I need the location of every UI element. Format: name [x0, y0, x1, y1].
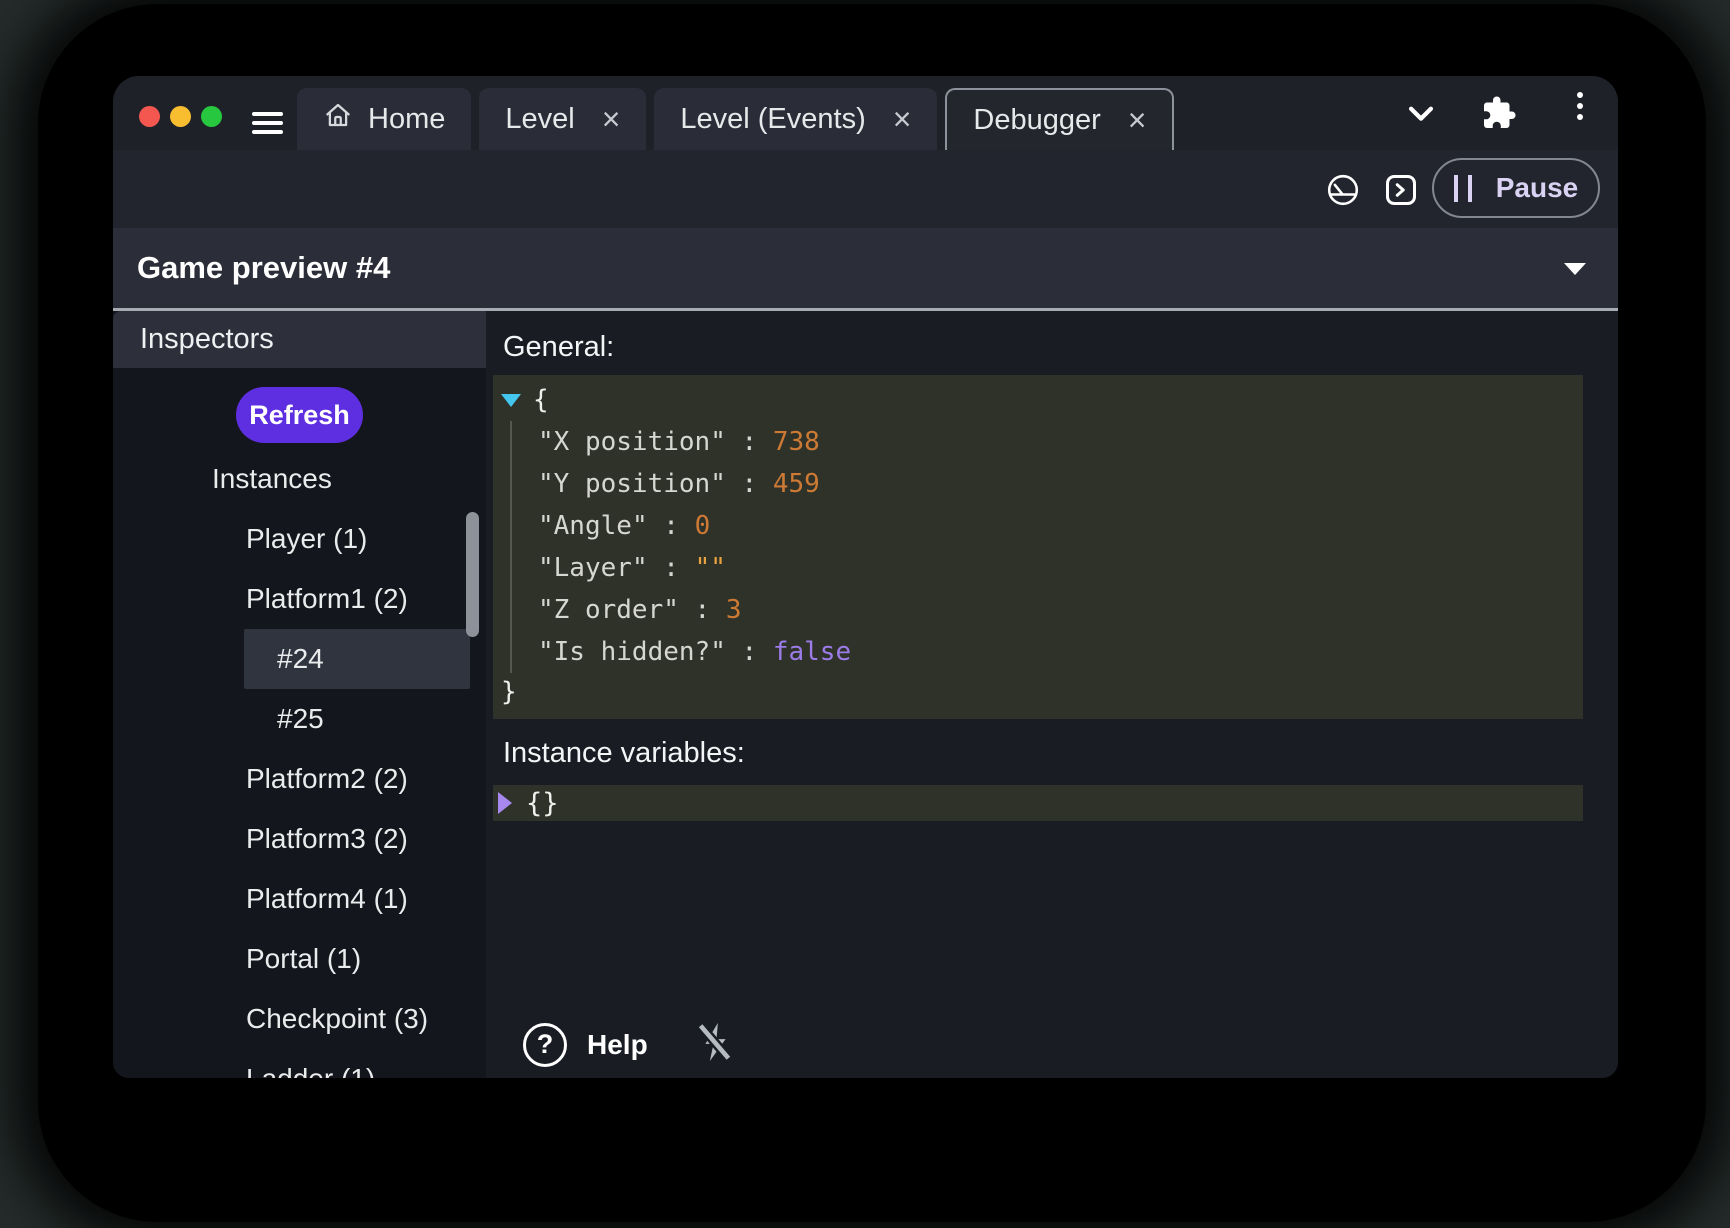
help-label[interactable]: Help [587, 1029, 648, 1061]
tree-item-player[interactable]: Player (1) [113, 509, 486, 569]
console-icon[interactable] [1383, 172, 1419, 213]
zoom-window-button[interactable] [201, 106, 222, 127]
json-value[interactable]: 0 [695, 511, 711, 541]
json-line-layer: Layer"" [538, 547, 1583, 589]
json-properties: X position738 Y position459 Angle0 Layer… [510, 421, 1583, 673]
general-json-viewer: { X position738 Y position459 Angle0 Lay… [493, 375, 1583, 719]
close-icon[interactable]: × [1128, 104, 1147, 136]
profiler-gauge-icon[interactable] [1325, 172, 1361, 213]
help-circle-icon[interactable]: ? [523, 1023, 567, 1067]
tab-label: Level (Events) [680, 103, 865, 136]
open-brace: { [533, 385, 549, 415]
minimize-window-button[interactable] [170, 106, 191, 127]
tab-level-events[interactable]: Level (Events) × [654, 88, 937, 150]
tree-item-instance-25[interactable]: #25 [113, 689, 486, 749]
json-line-is-hidden: Is hidden?false [538, 631, 1583, 673]
tree-item-platform2[interactable]: Platform2 (2) [113, 749, 486, 809]
tree-item-checkpoint[interactable]: Checkpoint (3) [113, 989, 486, 1049]
json-line-y-position: Y position459 [538, 463, 1583, 505]
refresh-button[interactable]: Refresh [236, 387, 363, 443]
inspector-panel: General: { X position738 Y position459 A… [486, 311, 1618, 1078]
home-icon [323, 100, 353, 138]
close-window-button[interactable] [139, 106, 160, 127]
pause-label: Pause [1496, 172, 1579, 204]
tab-label: Debugger [973, 104, 1100, 137]
tree-item-ladder[interactable]: Ladder (1) [113, 1049, 486, 1078]
tree-item-instances[interactable]: Instances [113, 449, 486, 509]
flash-off-icon[interactable] [692, 1019, 738, 1070]
game-preview-title: Game preview #4 [137, 250, 390, 286]
tab-label: Level [505, 103, 574, 136]
tab-home[interactable]: Home [297, 88, 471, 150]
tree-item-platform4[interactable]: Platform4 (1) [113, 869, 486, 929]
instance-variables-viewer: {} [493, 785, 1583, 821]
tree-item-platform1[interactable]: Platform1 (2) [113, 569, 486, 629]
gdevelop-window: Home Level × Level (Events) × Debugger × [113, 76, 1618, 1078]
json-line-z-order: Z order3 [538, 589, 1583, 631]
json-value[interactable]: false [773, 637, 851, 667]
tree-item-platform3[interactable]: Platform3 (2) [113, 809, 486, 869]
game-preview-selector[interactable]: Game preview #4 [113, 228, 1618, 308]
debugger-content: Inspectors Refresh Instances Player (1) … [113, 311, 1618, 1078]
expand-triangle-icon[interactable] [501, 394, 521, 407]
json-line-x-position: X position738 [538, 421, 1583, 463]
json-value[interactable]: 459 [773, 469, 820, 499]
tab-bar: Home Level × Level (Events) × Debugger × [297, 88, 1174, 150]
json-value[interactable]: 738 [773, 427, 820, 457]
json-line-angle: Angle0 [538, 505, 1583, 547]
kebab-menu-icon[interactable] [1568, 76, 1592, 150]
tree-item-instance-24[interactable]: #24 [244, 629, 470, 689]
collapse-triangle-icon[interactable] [498, 792, 512, 814]
instance-variables-label: Instance variables: [503, 735, 1618, 771]
close-icon[interactable]: × [893, 103, 912, 135]
general-label: General: [503, 329, 1618, 365]
tab-debugger[interactable]: Debugger × [945, 88, 1174, 150]
sidebar-scrollbar[interactable] [466, 512, 479, 637]
close-brace: } [501, 677, 517, 707]
pause-icon [1454, 175, 1472, 202]
instance-variables-value: {} [526, 788, 559, 819]
inspectors-sidebar: Inspectors Refresh Instances Player (1) … [113, 311, 486, 1078]
chevron-down-icon[interactable] [1403, 76, 1439, 150]
json-value[interactable]: "" [695, 553, 726, 583]
inspectors-header: Inspectors [113, 311, 486, 368]
titlebar: Home Level × Level (Events) × Debugger × [113, 76, 1618, 150]
dropdown-caret-icon [1564, 263, 1586, 275]
tab-label: Home [368, 103, 445, 136]
pause-button[interactable]: Pause [1432, 158, 1600, 218]
tab-level[interactable]: Level × [479, 88, 646, 150]
debugger-toolbar: Pause [113, 150, 1618, 228]
hamburger-menu-icon[interactable] [252, 112, 283, 134]
close-icon[interactable]: × [602, 103, 621, 135]
tree-item-portal[interactable]: Portal (1) [113, 929, 486, 989]
traffic-lights [139, 106, 222, 127]
extensions-puzzle-icon[interactable] [1479, 76, 1519, 150]
json-value[interactable]: 3 [726, 595, 742, 625]
help-row: ? Help [523, 1019, 738, 1070]
